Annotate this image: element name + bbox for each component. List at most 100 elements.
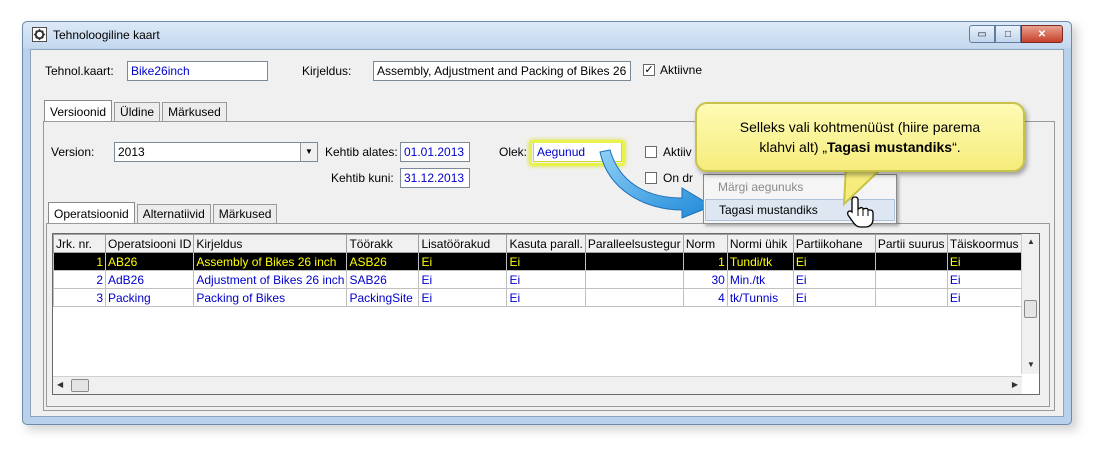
description-label: Kirjeldus: bbox=[302, 64, 352, 78]
column-header[interactable]: Norm bbox=[682, 234, 728, 253]
column-header[interactable]: Partiikohane bbox=[792, 234, 876, 253]
horizontal-scroll-thumb[interactable] bbox=[71, 379, 89, 392]
column-header[interactable]: Paralleelsustegur bbox=[584, 234, 684, 253]
callout-line-2: klahvi alt) „Tagasi mustandiks“. bbox=[697, 137, 1023, 157]
title-bar[interactable]: Tehnoloogiline kaart ▭ □ ✕ bbox=[23, 22, 1071, 48]
version-combo[interactable]: 2013 ▼ bbox=[114, 142, 318, 162]
callout-line-2-prefix: klahvi alt) „ bbox=[759, 139, 828, 155]
tab-general[interactable]: Üldine bbox=[114, 102, 161, 121]
tab-versions[interactable]: Versioonid bbox=[44, 100, 113, 121]
close-button[interactable]: ✕ bbox=[1021, 25, 1063, 43]
active-label: Aktiivne bbox=[660, 63, 703, 77]
table-cell[interactable]: Adjustment of Bikes 26 inch bbox=[193, 270, 348, 289]
scroll-down-icon[interactable]: ▼ bbox=[1027, 360, 1035, 369]
table-cell[interactable]: AdB26 bbox=[104, 270, 195, 289]
table-cell[interactable]: Ei bbox=[946, 270, 1028, 289]
column-header[interactable]: Partii suurus bbox=[874, 234, 948, 253]
scroll-left-icon[interactable]: ◀ bbox=[57, 380, 63, 389]
column-header[interactable]: Kasuta parall. bbox=[506, 234, 586, 253]
checkmark-icon: ✓ bbox=[644, 64, 654, 76]
operations-table: Jrk. nr. Operatsiooni ID Kirjeldus Tööra… bbox=[53, 234, 1028, 307]
valid-to-field[interactable]: 31.12.2013 bbox=[400, 168, 470, 188]
instruction-callout: Selleks vali kohtmenüüst (hiire parema k… bbox=[695, 102, 1025, 172]
maximize-button[interactable]: □ bbox=[995, 25, 1021, 43]
column-header[interactable]: Normi ühik bbox=[726, 234, 794, 253]
version-label: Version: bbox=[51, 145, 95, 159]
horizontal-scrollbar[interactable]: ◀ ▶ bbox=[53, 376, 1022, 394]
hand-cursor-icon bbox=[846, 196, 874, 228]
version-value: 2013 bbox=[118, 145, 145, 159]
column-header[interactable]: Jrk. nr. bbox=[53, 234, 106, 253]
table-cell[interactable]: tk/Tunnis bbox=[726, 288, 794, 307]
table-cell[interactable]: Packing of Bikes bbox=[193, 288, 348, 307]
table-cell[interactable]: Tundi/tk bbox=[726, 252, 794, 271]
table-cell[interactable] bbox=[874, 252, 948, 271]
column-header[interactable]: Operatsiooni ID bbox=[104, 234, 195, 253]
valid-from-field[interactable]: 01.01.2013 bbox=[400, 142, 470, 162]
table-cell[interactable] bbox=[584, 288, 684, 307]
table-cell[interactable]: Ei bbox=[418, 252, 508, 271]
callout-line-2-suffix: “. bbox=[952, 139, 961, 155]
table-cell[interactable]: Packing bbox=[104, 288, 195, 307]
tech-card-label: Tehnol.kaart: bbox=[45, 64, 114, 78]
tab-notes[interactable]: Märkused bbox=[162, 102, 227, 121]
table-cell[interactable] bbox=[584, 252, 684, 271]
tech-card-field[interactable]: Bike26inch bbox=[127, 61, 268, 81]
table-cell[interactable]: Ei bbox=[418, 288, 508, 307]
table-row[interactable]: 3 Packing Packing of Bikes PackingSite E… bbox=[53, 288, 1028, 307]
table-cell[interactable]: 1 bbox=[682, 252, 728, 271]
callout-bold-text: Tagasi mustandiks bbox=[827, 139, 953, 155]
valid-from-label: Kehtib alates: bbox=[325, 145, 398, 159]
column-header[interactable]: Töörakk bbox=[346, 234, 420, 253]
table-cell[interactable]: 2 bbox=[53, 270, 106, 289]
table-cell[interactable]: 4 bbox=[682, 288, 728, 307]
tab-operations[interactable]: Operatsioonid bbox=[48, 202, 135, 223]
gear-icon bbox=[32, 27, 47, 42]
table-cell[interactable] bbox=[584, 270, 684, 289]
table-cell[interactable]: Ei bbox=[418, 270, 508, 289]
table-cell[interactable]: 1 bbox=[53, 252, 106, 271]
column-header[interactable]: Lisatöörakud bbox=[418, 234, 508, 253]
minimize-button[interactable]: ▭ bbox=[969, 25, 995, 43]
table-header-row: Jrk. nr. Operatsiooni ID Kirjeldus Tööra… bbox=[53, 234, 1028, 253]
table-cell[interactable]: AB26 bbox=[104, 252, 195, 271]
table-cell[interactable]: Ei bbox=[946, 288, 1028, 307]
description-field[interactable]: Assembly, Adjustment and Packing of Bike… bbox=[373, 61, 631, 81]
vertical-scroll-thumb[interactable] bbox=[1024, 300, 1037, 318]
callout-line-1: Selleks vali kohtmenüüst (hiire parema bbox=[739, 119, 981, 135]
column-header[interactable]: Täiskoormus bbox=[946, 234, 1028, 253]
valid-to-label: Kehtib kuni: bbox=[331, 171, 394, 185]
table-cell[interactable]: Ei bbox=[506, 252, 586, 271]
table-row[interactable]: 2 AdB26 Adjustment of Bikes 26 inch SAB2… bbox=[53, 270, 1028, 289]
table-cell[interactable]: 30 bbox=[682, 270, 728, 289]
table-row[interactable]: 1 AB26 Assembly of Bikes 26 inch ASB26 E… bbox=[53, 252, 1028, 271]
table-cell[interactable] bbox=[874, 270, 948, 289]
tab-sub-notes[interactable]: Märkused bbox=[212, 204, 278, 223]
chevron-down-icon[interactable]: ▼ bbox=[300, 143, 317, 161]
vertical-scrollbar[interactable]: ▲ ▼ bbox=[1021, 234, 1039, 374]
sub-tabs: Operatsioonid Alternatiivid Märkused bbox=[48, 202, 279, 223]
window-controls: ▭ □ ✕ bbox=[969, 25, 1063, 43]
table-cell[interactable]: Assembly of Bikes 26 inch bbox=[193, 252, 348, 271]
status-label: Olek: bbox=[499, 145, 528, 159]
window-title: Tehnoloogiline kaart bbox=[53, 28, 160, 42]
table-cell[interactable]: Ei bbox=[792, 288, 876, 307]
table-cell[interactable]: Ei bbox=[792, 252, 876, 271]
table-cell[interactable] bbox=[874, 288, 948, 307]
tab-alternatives[interactable]: Alternatiivid bbox=[136, 204, 211, 223]
table-cell[interactable]: 3 bbox=[53, 288, 106, 307]
table-cell[interactable]: PackingSite bbox=[346, 288, 420, 307]
operations-grid: Jrk. nr. Operatsiooni ID Kirjeldus Tööra… bbox=[52, 233, 1040, 395]
table-cell[interactable]: Ei bbox=[506, 288, 586, 307]
scroll-up-icon[interactable]: ▲ bbox=[1027, 237, 1035, 246]
active-checkbox[interactable]: ✓ bbox=[643, 64, 655, 76]
column-header[interactable]: Kirjeldus bbox=[193, 234, 348, 253]
table-cell[interactable]: Ei bbox=[792, 270, 876, 289]
table-cell[interactable]: Ei bbox=[946, 252, 1028, 271]
table-cell[interactable]: Min./tk bbox=[726, 270, 794, 289]
scroll-right-icon[interactable]: ▶ bbox=[1012, 380, 1018, 389]
main-tabs: Versioonid Üldine Märkused bbox=[44, 100, 229, 121]
table-cell[interactable]: ASB26 bbox=[346, 252, 420, 271]
table-cell[interactable]: Ei bbox=[506, 270, 586, 289]
table-cell[interactable]: SAB26 bbox=[346, 270, 420, 289]
